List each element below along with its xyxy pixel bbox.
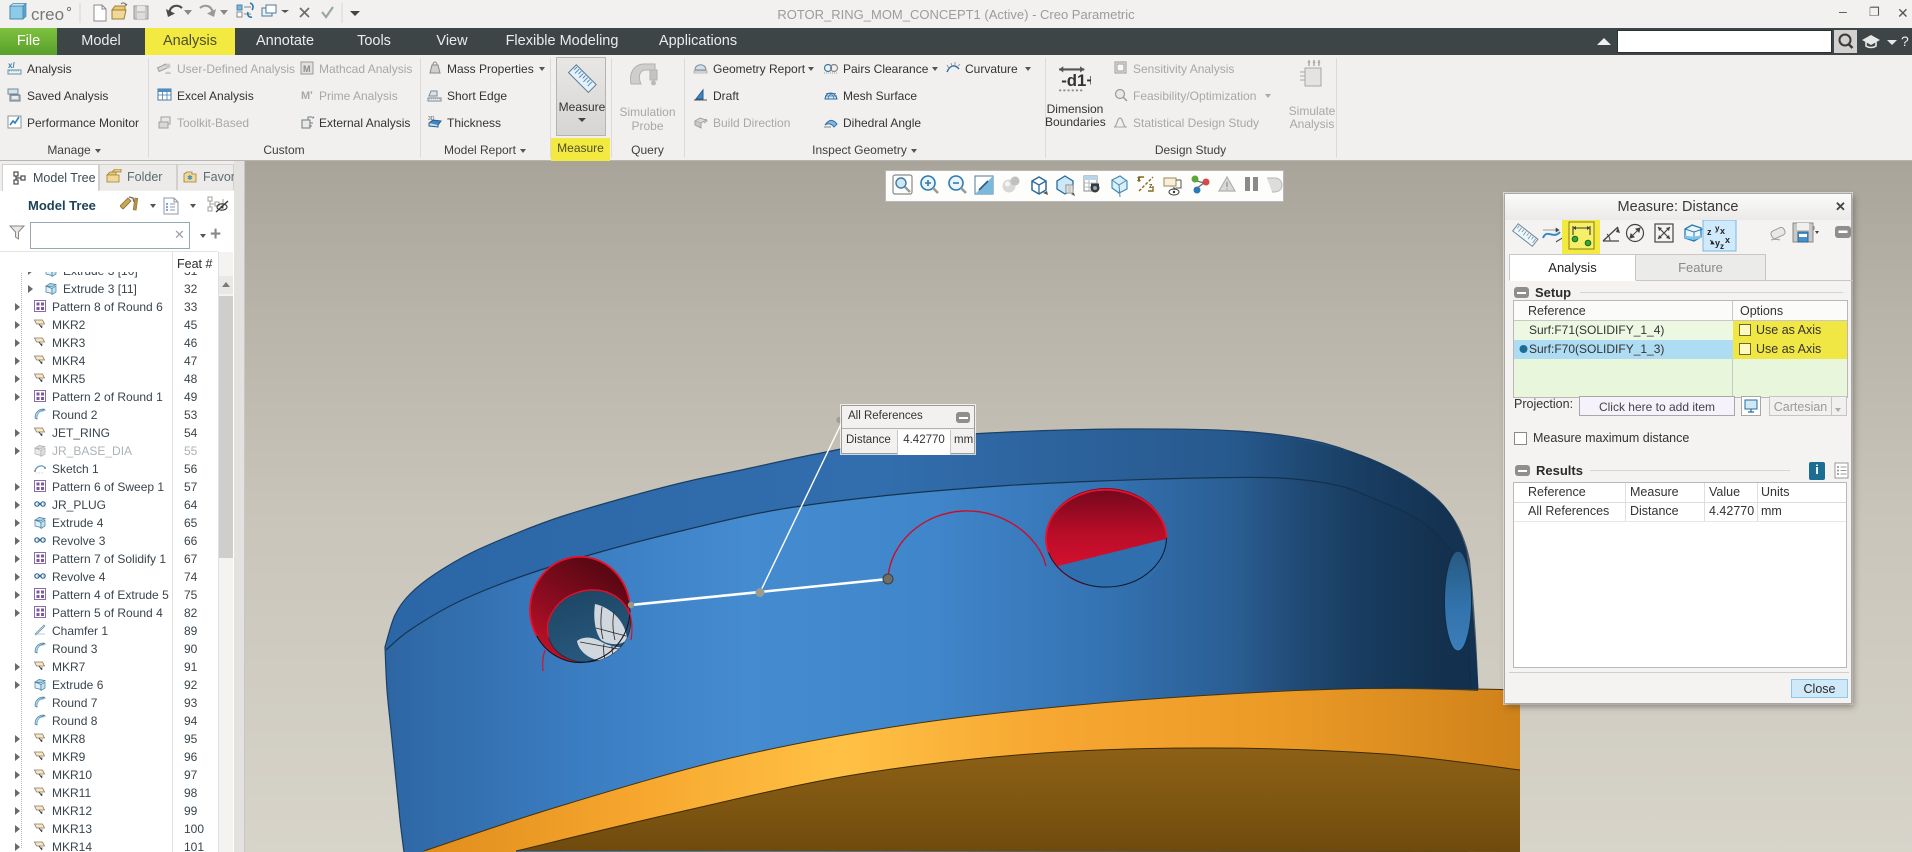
svg-text:z: z — [1720, 242, 1724, 251]
svg-text:z: z — [1707, 227, 1712, 237]
svg-text:creo: creo — [31, 5, 64, 24]
svg-text:x: x — [1137, 176, 1141, 183]
svg-text:x: x — [1725, 235, 1730, 245]
svg-text:✱: ✱ — [187, 174, 193, 182]
svg-text:z: z — [1149, 183, 1153, 190]
